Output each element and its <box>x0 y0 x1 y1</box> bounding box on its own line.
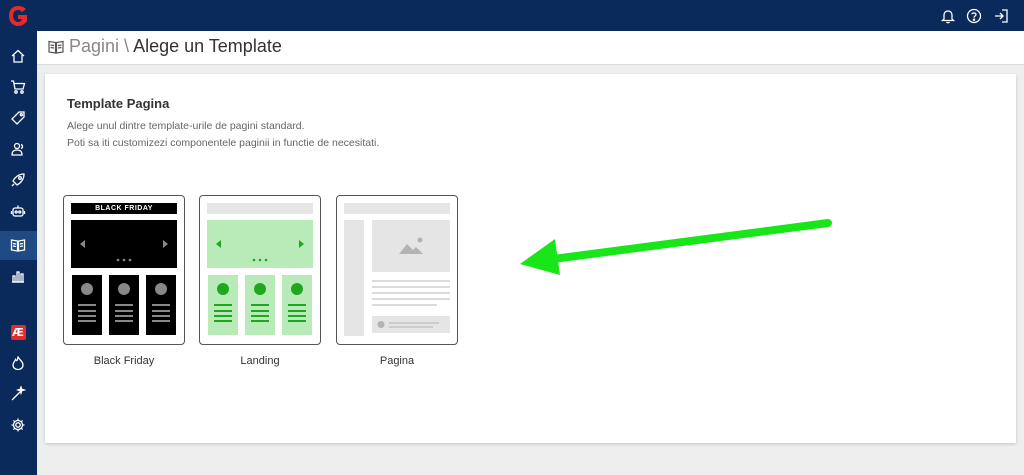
card-description-line2: Poti sa iti customizezi componentele pag… <box>67 137 380 149</box>
bar-chart-icon[interactable] <box>8 266 28 286</box>
annotation-arrow <box>520 219 832 275</box>
bell-icon[interactable] <box>939 7 956 24</box>
page-title: Alege un Template <box>133 36 282 56</box>
book-icon <box>48 40 64 54</box>
help-icon[interactable] <box>965 7 982 24</box>
page-header: Pagini \ Alege un Template <box>37 31 1024 65</box>
top-bar <box>37 0 1024 31</box>
fire-icon[interactable] <box>8 353 28 373</box>
template-pagina[interactable] <box>336 195 458 345</box>
logout-icon[interactable] <box>992 7 1009 24</box>
card-description-line1: Alege unul dintre template-urile de pagi… <box>67 120 305 132</box>
ae-icon[interactable]: Æ <box>8 322 28 342</box>
robot-icon[interactable] <box>8 201 28 221</box>
tag-icon[interactable] <box>8 108 28 128</box>
template-label-landing: Landing <box>240 355 280 367</box>
users-icon[interactable] <box>8 139 28 159</box>
card-title: Template Pagina <box>67 96 170 111</box>
template-black-friday[interactable]: BLACK FRIDAY <box>63 195 185 345</box>
magic-wand-icon[interactable] <box>8 384 28 404</box>
landing-thumbnail <box>207 203 313 335</box>
rocket-icon[interactable] <box>8 170 28 190</box>
breadcrumb-separator: \ <box>119 36 134 56</box>
pagina-thumbnail <box>344 203 450 336</box>
sidebar: Æ <box>0 0 37 475</box>
cart-icon[interactable] <box>8 77 28 97</box>
template-label-black-friday: Black Friday <box>93 355 155 367</box>
home-icon[interactable] <box>8 46 28 66</box>
template-landing[interactable] <box>199 195 321 345</box>
gear-icon[interactable] <box>8 415 28 435</box>
breadcrumb-section[interactable]: Pagini <box>69 36 119 56</box>
book-icon[interactable] <box>8 235 28 255</box>
app-logo[interactable] <box>7 5 29 27</box>
breadcrumb: Pagini \ Alege un Template <box>69 36 282 57</box>
template-label-pagina: Pagina <box>379 355 415 367</box>
black-friday-thumbnail <box>71 203 177 335</box>
black-friday-banner-text: BLACK FRIDAY <box>95 205 153 212</box>
